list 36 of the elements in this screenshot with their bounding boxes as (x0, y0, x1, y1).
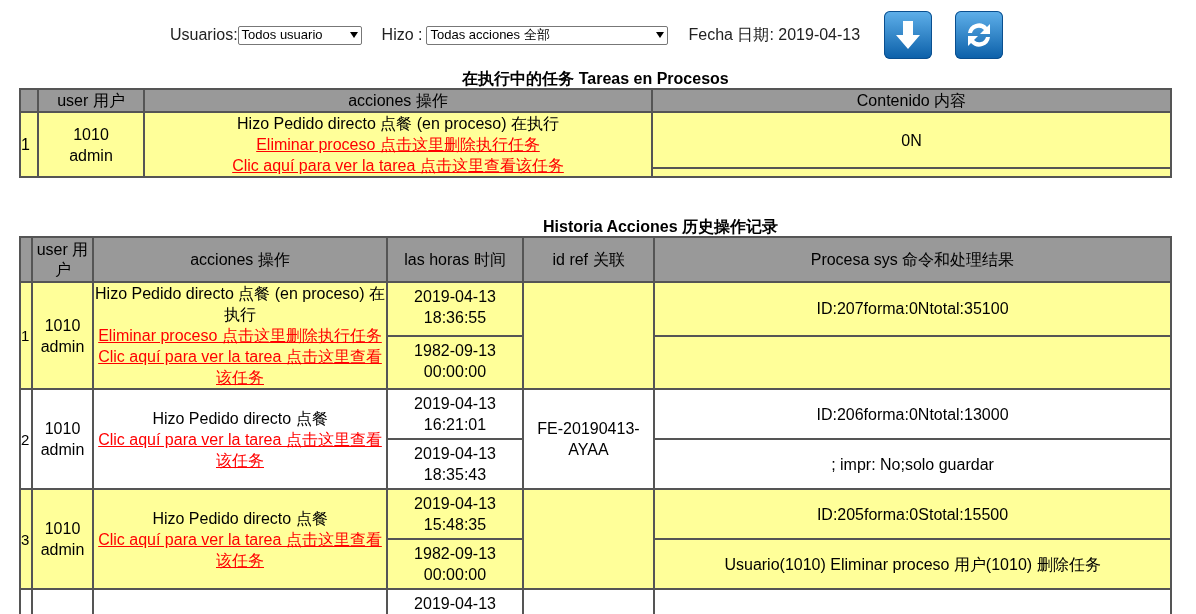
action-text: Hizo Pedido directo 点餐 (151, 408, 329, 429)
result-cell: ID:207forma:0Ntotal:35100 (654, 282, 1171, 336)
users-dropdown[interactable]: Todos usuario (237, 25, 362, 45)
task-link[interactable]: Clic aquí para ver la tarea 点击这里查看该任务 (145, 155, 651, 176)
caret-icon (656, 32, 665, 38)
row-number: 2 (20, 389, 32, 489)
table-title: 在执行中的任务 Tareas en Procesos (461, 70, 730, 88)
task-link[interactable]: Eliminar proceso 点击这里删除执行任务 (145, 134, 651, 155)
users-label: Usuarios: (170, 25, 238, 45)
task-link[interactable]: Clic aquí para ver la tarea 点击这里查看该任务 (94, 428, 386, 471)
content-cell-text: 0N (900, 130, 923, 151)
table-title: Historia Acciones 历史操作记录 (542, 218, 779, 236)
action-text: Hizo Pedido directo 点餐 (en proceso) 在执行 (236, 114, 560, 134)
action-text: Hizo Pedido directo 点餐 (151, 508, 329, 529)
column-header: Procesa sys 命令和处理结果 (654, 237, 1171, 282)
column-header: acciones 操作 (93, 237, 387, 282)
actions-label: Hizo : (381, 25, 423, 45)
date-label: Fecha 日期: 2019-04-13 (688, 25, 861, 45)
action-text: Hizo Pedido directo 点餐 (en proceso) 在执行 (94, 284, 386, 325)
row-number: 1 (20, 112, 38, 177)
row-number: 1 (20, 282, 32, 389)
column-header: user 用户 (38, 89, 144, 112)
task-link[interactable]: Clic aquí para ver la tarea 点击这里查看该任务 (94, 346, 386, 388)
header-cell (20, 237, 32, 282)
task-link[interactable]: Clic aquí para ver la tarea 点击这里查看该任务 (94, 528, 386, 571)
user-cell: 1010 admin (38, 112, 144, 177)
actions-dropdown[interactable]: Todas acciones 全部 (426, 25, 669, 45)
row-number: 3 (20, 489, 32, 589)
time-cell: 2019-04-13 18:36:55 (387, 282, 523, 336)
task-link[interactable]: Eliminar proceso 点击这里删除执行任务 (94, 325, 386, 346)
column-header: Contenido 内容 (652, 89, 1171, 112)
header-cell (20, 89, 38, 112)
refresh-button[interactable] (955, 11, 1004, 59)
column-header: acciones 操作 (144, 89, 652, 112)
download-button[interactable] (884, 11, 933, 59)
caret-icon (349, 32, 358, 38)
